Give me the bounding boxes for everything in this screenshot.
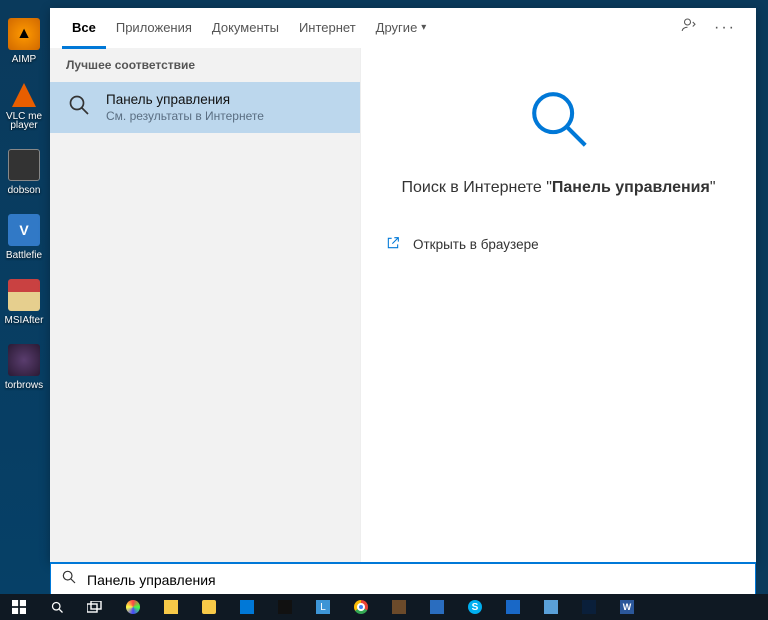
taskbar-app[interactable]	[418, 594, 456, 620]
headline-query: Панель управления	[552, 179, 710, 196]
search-box[interactable]	[50, 562, 756, 596]
taskbar-mail[interactable]	[228, 594, 266, 620]
taskbar-app[interactable]	[114, 594, 152, 620]
search-panel: Все Приложения Документы Интернет Другие…	[50, 8, 756, 562]
tab-label: Приложения	[116, 20, 192, 35]
desktop-icon-label: Battlefie	[0, 250, 49, 261]
chevron-down-icon: ▾	[421, 22, 426, 33]
taskbar-search-button[interactable]	[38, 594, 76, 620]
open-in-browser-action[interactable]: Открыть в браузере	[385, 231, 732, 258]
desktop-icon-tor[interactable]: torbrows	[0, 344, 48, 391]
taskbar-chrome[interactable]	[342, 594, 380, 620]
vlc-icon	[12, 83, 36, 107]
desktop-icon-dobson[interactable]: dobson	[0, 149, 48, 196]
tab-internet[interactable]: Интернет	[289, 8, 366, 48]
tab-apps[interactable]: Приложения	[106, 8, 202, 48]
search-big-icon	[524, 84, 594, 159]
taskbar-word[interactable]: W	[608, 594, 646, 620]
desktop-icon-battlefield[interactable]: V Battlefie	[0, 214, 48, 261]
search-input[interactable]	[87, 572, 745, 588]
taskbar-app[interactable]	[152, 594, 190, 620]
tab-label: Другие	[376, 20, 418, 35]
tab-label: Документы	[212, 20, 279, 35]
desktop-icon-msiafter[interactable]: MSIAfter	[0, 279, 48, 326]
results-column: Лучшее соответствие Панель управления См…	[50, 48, 360, 562]
taskbar-app[interactable]	[266, 594, 304, 620]
preview-column: Поиск в Интернете "Панель управления" От…	[360, 48, 756, 562]
start-button[interactable]	[0, 594, 38, 620]
desktop-icon-vlc[interactable]: VLC me player	[0, 83, 48, 131]
taskbar-app[interactable]	[494, 594, 532, 620]
taskbar-app[interactable]	[380, 594, 418, 620]
tabs-bar: Все Приложения Документы Интернет Другие…	[50, 8, 756, 48]
desktop-icon-label: dobson	[0, 185, 49, 196]
taskbar-app[interactable]	[570, 594, 608, 620]
result-title: Панель управления	[106, 92, 264, 107]
preview-headline: Поиск в Интернете "Панель управления"	[401, 179, 715, 197]
section-header: Лучшее соответствие	[50, 48, 360, 82]
taskbar-skype[interactable]: S	[456, 594, 494, 620]
feedback-icon[interactable]	[672, 16, 706, 39]
taskbar-app[interactable]	[190, 594, 228, 620]
search-icon	[61, 569, 77, 590]
aimp-icon: ▲	[8, 18, 40, 50]
headline-suffix: "	[710, 179, 716, 196]
app-icon: V	[8, 214, 40, 246]
tab-other[interactable]: Другие▾	[366, 8, 437, 48]
headline-prefix: Поиск в Интернете "	[401, 179, 551, 196]
tab-label: Интернет	[299, 20, 356, 35]
open-external-icon	[385, 235, 401, 254]
desktop-area: ▲ AIMP VLC me player dobson V Battlefie …	[0, 0, 50, 595]
winrar-icon	[8, 279, 40, 311]
desktop-icon-label: AIMP	[0, 54, 49, 65]
desktop-icon-label: MSIAfter	[0, 315, 49, 326]
more-icon[interactable]: ···	[706, 19, 744, 37]
taskbar-app[interactable]: L	[304, 594, 342, 620]
result-item[interactable]: Панель управления См. результаты в Интер…	[50, 82, 360, 133]
action-label: Открыть в браузере	[413, 237, 539, 252]
file-icon	[8, 149, 40, 181]
taskbar: L S W	[0, 594, 768, 620]
tor-icon	[8, 344, 40, 376]
result-subtitle: См. результаты в Интернете	[106, 109, 264, 123]
desktop-icon-aimp[interactable]: ▲ AIMP	[0, 18, 48, 65]
taskbar-app[interactable]	[532, 594, 570, 620]
desktop-icon-label: player	[0, 120, 49, 131]
search-icon	[66, 92, 92, 118]
tab-label: Все	[72, 20, 96, 35]
tab-all[interactable]: Все	[62, 8, 106, 48]
tab-docs[interactable]: Документы	[202, 8, 289, 48]
desktop-icon-label: torbrows	[0, 380, 49, 391]
taskview-button[interactable]	[76, 594, 114, 620]
